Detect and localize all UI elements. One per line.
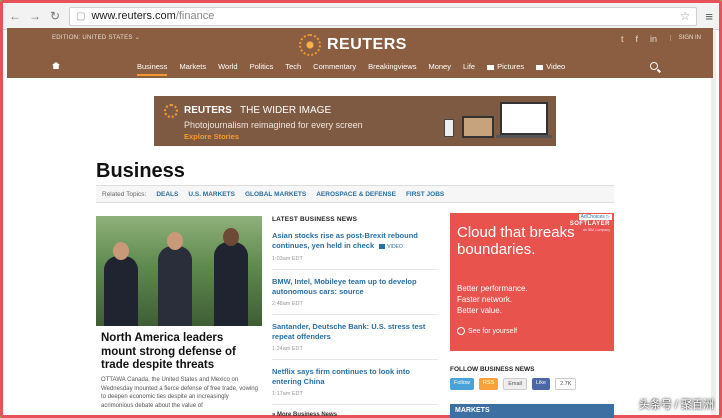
ad-line: Faster network. <box>457 295 513 304</box>
follow-heading: FOLLOW BUSINESS NEWS <box>450 366 535 373</box>
page-title: Business <box>96 160 185 182</box>
edition-selector[interactable]: EDITION: UNITED STATES ⌄ <box>52 34 140 41</box>
photo-figure-head <box>113 242 129 260</box>
banner-brand: REUTERS <box>184 105 232 116</box>
page-icon: ▢ <box>76 10 86 22</box>
follow-buttons: Follow RSS Email Like 2.7K <box>450 378 577 390</box>
nav-commentary[interactable]: Commentary <box>313 62 356 76</box>
story-time: 1:24am EDT <box>272 346 303 352</box>
reload-icon[interactable]: ↻ <box>49 10 61 22</box>
chevron-down-icon: ⌄ <box>134 35 141 41</box>
photo-figure <box>158 246 192 326</box>
ad-cta[interactable]: See for yourself <box>457 327 517 335</box>
adchoices-badge[interactable]: AdChoices ▷ <box>578 214 612 220</box>
twitter-follow-button[interactable]: Follow <box>450 378 474 390</box>
story-headline[interactable]: Netflix says firm continues to look into… <box>272 367 438 387</box>
nav-tech[interactable]: Tech <box>285 62 301 76</box>
bookmark-star-icon[interactable]: ☆ <box>680 9 691 23</box>
related-topics: Related Topics: DEALS U.S. MARKETS GLOBA… <box>96 185 614 203</box>
story-headline[interactable]: BMW, Intel, Mobileye team up to develop … <box>272 277 438 297</box>
reuters-logo[interactable]: REUTERS <box>299 34 407 56</box>
nav-video[interactable]: Video <box>536 62 565 76</box>
nav-markets[interactable]: Markets <box>179 62 206 76</box>
banner-tagline: Photojournalism reimagined for every scr… <box>184 120 363 130</box>
url-path: /finance <box>175 10 215 22</box>
social-links: t f in <box>621 34 657 44</box>
address-bar[interactable]: ▢ www.reuters.com /finance ☆ <box>69 6 698 26</box>
story-headline[interactable]: Asian stocks rise as post-Brexit rebound… <box>272 231 438 252</box>
softlayer-ad[interactable]: AdChoices ▷ SOFTLAYER an IBM Company Clo… <box>450 213 614 351</box>
phone-illustration <box>444 119 454 137</box>
nav-pictures[interactable]: Pictures <box>487 62 524 76</box>
explore-stories-link[interactable]: Explore Stories <box>184 132 239 141</box>
latest-news-heading: LATEST BUSINESS NEWS <box>272 216 358 223</box>
camera-icon <box>487 64 495 70</box>
photo-figure <box>104 256 138 326</box>
url-host: www.reuters.com <box>91 10 176 22</box>
reuters-logo-icon <box>299 34 321 56</box>
brand-name: REUTERS <box>327 36 407 53</box>
linkedin-icon[interactable]: in <box>650 34 657 44</box>
list-item: Asian stocks rise as post-Brexit rebound… <box>272 231 438 270</box>
story-time: 1:03am EDT <box>272 256 303 262</box>
browser-toolbar: ← → ↻ ▢ www.reuters.com /finance ☆ ≡ <box>3 3 719 30</box>
twitter-icon[interactable]: t <box>621 34 624 44</box>
topic-global-markets[interactable]: GLOBAL MARKETS <box>245 191 306 198</box>
facebook-like-count: 2.7K <box>555 378 577 390</box>
reuters-logo-icon <box>164 104 178 118</box>
story-headline[interactable]: Santander, Deutsche Bank: U.S. stress te… <box>272 322 438 342</box>
related-topics-label: Related Topics: <box>102 190 147 198</box>
banner-title: THE WIDER IMAGE <box>240 105 332 116</box>
sign-in-link[interactable]: SIGN IN <box>669 35 701 41</box>
list-item: Netflix says firm continues to look into… <box>272 367 438 405</box>
facebook-like-button[interactable]: Like <box>531 378 551 390</box>
video-camera-icon <box>536 64 544 70</box>
hero-headline[interactable]: North America leaders mount strong defen… <box>101 332 259 373</box>
nav-politics[interactable]: Politics <box>250 62 274 76</box>
facebook-icon[interactable]: f <box>635 34 638 44</box>
photo-figure <box>214 242 248 326</box>
story-time: 1:17am EDT <box>272 391 303 397</box>
nav-breakingviews[interactable]: Breakingviews <box>368 62 416 76</box>
rss-button[interactable]: RSS <box>478 378 499 390</box>
ad-headline: Cloud that breaks boundaries. <box>457 224 575 258</box>
menu-icon[interactable]: ≡ <box>705 9 713 24</box>
arrow-circle-icon <box>457 327 465 335</box>
ad-copy: Better performance. Faster network. Bett… <box>457 283 528 316</box>
topic-first-jobs[interactable]: FIRST JOBS <box>406 191 444 198</box>
video-icon <box>379 244 386 250</box>
hero-photo[interactable] <box>96 216 262 326</box>
scrollbar[interactable] <box>711 31 716 415</box>
topic-aerospace-defense[interactable]: AEROSPACE & DEFENSE <box>316 191 396 198</box>
photo-figure-head <box>167 232 183 250</box>
home-icon[interactable] <box>52 62 60 69</box>
search-icon[interactable] <box>650 62 658 70</box>
topic-deals[interactable]: DEALS <box>156 191 178 198</box>
forward-arrow-icon[interactable]: → <box>29 10 41 22</box>
video-badge[interactable]: VIDEO <box>379 242 403 252</box>
story-time: 2:48am EDT <box>272 301 303 307</box>
photo-figure-head <box>223 228 239 246</box>
nav-business[interactable]: Business <box>137 62 168 76</box>
list-item: Santander, Deutsche Bank: U.S. stress te… <box>272 322 438 360</box>
list-item: BMW, Intel, Mobileye team up to develop … <box>272 277 438 315</box>
tablet-illustration <box>462 116 494 138</box>
nav-money[interactable]: Money <box>428 62 451 76</box>
ad-line: Better value. <box>457 306 502 315</box>
markets-panel-header[interactable]: MARKETS <box>450 404 614 418</box>
nav-world[interactable]: World <box>218 62 237 76</box>
nav-life[interactable]: Life <box>463 62 475 76</box>
email-button[interactable]: Email <box>503 378 527 390</box>
wider-image-banner[interactable]: REUTERS THE WIDER IMAGE Photojournalism … <box>154 96 556 146</box>
site-header: EDITION: UNITED STATES ⌄ REUTERS t f in … <box>7 28 713 78</box>
laptop-illustration <box>496 102 552 138</box>
more-business-news-link[interactable]: » More Business News <box>272 412 438 418</box>
latest-news: LATEST BUSINESS NEWS Asian stocks rise a… <box>272 216 438 418</box>
back-arrow-icon[interactable]: ← <box>9 10 21 22</box>
topic-us-markets[interactable]: U.S. MARKETS <box>188 191 235 198</box>
watermark: 头条号 / 聚百洲 <box>638 399 714 411</box>
hero-summary: OTTAWA Canada, the United States and Mex… <box>101 377 258 409</box>
ad-line: Better performance. <box>457 284 528 293</box>
main-nav: Business Markets World Politics Tech Com… <box>137 62 565 76</box>
